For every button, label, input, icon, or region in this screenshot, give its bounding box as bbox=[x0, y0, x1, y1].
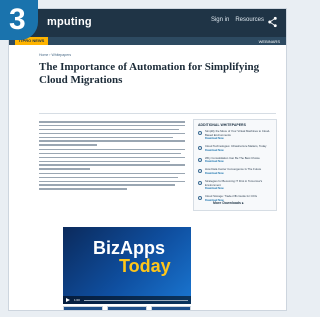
download-link[interactable]: Download Now bbox=[205, 149, 266, 152]
video-progress-bar[interactable] bbox=[83, 299, 188, 301]
document-icon bbox=[198, 196, 202, 201]
sidebar-item[interactable]: Simplify the Move of Your Virtual Machin… bbox=[198, 129, 272, 140]
document-icon bbox=[198, 157, 202, 162]
tab-webinars[interactable]: WEBINARS bbox=[259, 39, 280, 44]
header-links: Sign in Resources bbox=[211, 17, 264, 23]
article-body bbox=[39, 121, 185, 193]
download-link[interactable]: Download Now bbox=[205, 160, 260, 163]
page-title: The Importance of Automation for Simplif… bbox=[39, 61, 260, 86]
download-link[interactable]: Download Now bbox=[205, 137, 272, 140]
article-paragraph bbox=[39, 121, 185, 146]
sign-in-link[interactable]: Sign in bbox=[211, 17, 229, 23]
additional-whitepapers: ADDITIONAL WHITEPAPERS Simplify the Move… bbox=[193, 119, 277, 211]
article-paragraph bbox=[39, 148, 185, 170]
document-icon bbox=[198, 146, 202, 151]
title-divider bbox=[39, 113, 276, 114]
related-video-thumb[interactable] bbox=[63, 306, 103, 310]
related-video-thumb[interactable] bbox=[107, 306, 147, 310]
browser-page: mputing Sign in Resources ITPRO NEWS WEB… bbox=[8, 8, 287, 311]
step-number-badge: 3 bbox=[0, 0, 38, 40]
sub-navigation: ITPRO NEWS WEBINARS bbox=[9, 37, 286, 45]
sidebar-item[interactable]: Why Consolidation Can Be The Best Choice… bbox=[198, 156, 272, 163]
document-icon bbox=[198, 131, 202, 135]
site-brand[interactable]: mputing bbox=[47, 16, 92, 28]
video-title-line2: Today bbox=[119, 256, 171, 276]
sidebar-item[interactable]: Strategies for Becoming IT First in Tomo… bbox=[198, 179, 272, 190]
download-link[interactable]: Download Now bbox=[205, 172, 261, 175]
article-paragraph bbox=[39, 172, 185, 190]
breadcrumb[interactable]: Home › Whitepapers bbox=[39, 53, 71, 57]
related-videos bbox=[63, 304, 191, 310]
video-title-line1: BizApps bbox=[93, 238, 165, 258]
step-number: 3 bbox=[9, 3, 26, 36]
sidebar-title: ADDITIONAL WHITEPAPERS bbox=[198, 123, 246, 127]
video-time: 1:00 bbox=[74, 298, 80, 302]
play-icon[interactable] bbox=[66, 298, 70, 302]
site-header: mputing Sign in Resources bbox=[9, 9, 286, 37]
more-downloads-link[interactable]: More Downloads ▸ bbox=[213, 201, 244, 205]
document-icon bbox=[198, 169, 202, 174]
resources-link[interactable]: Resources bbox=[235, 17, 264, 23]
share-icon[interactable] bbox=[267, 16, 278, 28]
video-player[interactable]: BizApps Today 1:00 bbox=[63, 227, 191, 304]
download-link[interactable]: Download Now bbox=[205, 187, 272, 190]
document-icon bbox=[198, 180, 202, 185]
sidebar-item[interactable]: How Data Center Convergence Is The Futur… bbox=[198, 168, 272, 175]
related-video-thumb[interactable] bbox=[151, 306, 191, 310]
sidebar-item[interactable]: Cloud Technologies: Infrastructure Matte… bbox=[198, 145, 272, 152]
video-controls: 1:00 bbox=[63, 296, 191, 304]
